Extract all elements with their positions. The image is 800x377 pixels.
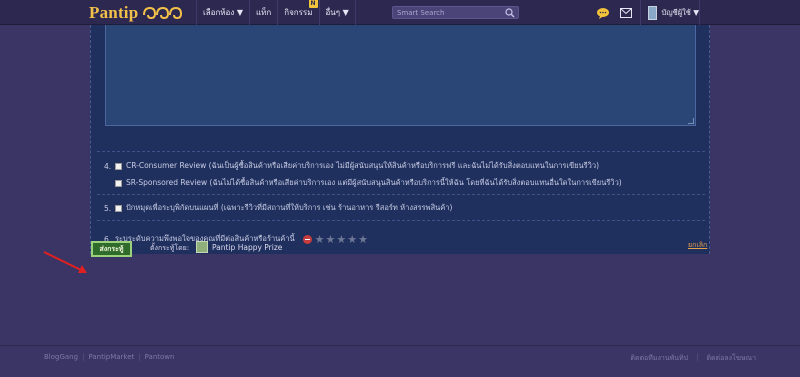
option-map-pin: 5. ปักหมุดเพื่อระบุพิกัดบนแผนที่ (เฉพาะร… — [104, 202, 452, 214]
footer-link-advertise[interactable]: ติดต่อลงโฆษณา — [706, 353, 756, 364]
nav-tags[interactable]: แท็ก — [248, 0, 277, 25]
sender-name[interactable]: Pantip Happy Prize — [212, 243, 282, 252]
star-icon[interactable]: ★ — [336, 234, 346, 245]
star-icon[interactable]: ★ — [358, 234, 368, 245]
posted-by-label: ตั้งกระทู้โดย: — [150, 244, 190, 252]
map-pin-label: ปักหมุดเพื่อระบุพิกัดบนแผนที่ (เฉพาะรีวิ… — [126, 203, 453, 212]
resize-handle-icon[interactable] — [688, 118, 694, 124]
pantip-logo[interactable]: Pantip — [89, 2, 183, 22]
search-input[interactable] — [393, 7, 505, 18]
footer-link-contact-team[interactable]: ติดต่อทีมงานพันทิป — [630, 353, 688, 364]
sender-avatar — [196, 241, 208, 253]
mail-icon[interactable] — [620, 7, 632, 18]
nav-activities[interactable]: กิจกรรม N — [277, 0, 318, 25]
search-icon[interactable] — [505, 7, 515, 18]
annotation-arrow-icon — [43, 251, 87, 273]
main-nav: เลือกห้อง ▼ แท็ก กิจกรรม N อื่นๆ ▼ — [196, 0, 356, 25]
footer-separator: | — [138, 353, 141, 361]
content-textarea[interactable] — [105, 25, 696, 126]
review-form-panel: 4. CR-Consumer Review (ฉันเป็นผู้ซื้อสิน… — [90, 25, 710, 254]
divider — [97, 194, 705, 195]
top-navigation-bar: Pantip เลือกห้อง ▼ แท็ก กิจกรรม N อื่นๆ … — [0, 0, 800, 25]
footer-link-bloggang[interactable]: BlogGang — [44, 353, 78, 361]
star-icon[interactable]: ★ — [347, 234, 357, 245]
cr-review-checkbox[interactable] — [115, 162, 122, 170]
option-number: 4. — [104, 161, 112, 171]
map-pin-checkbox[interactable] — [115, 204, 122, 212]
clear-rating-icon[interactable] — [302, 234, 312, 244]
logo-text: Pantip — [89, 2, 139, 22]
footer-links-left: BlogGang | PantipMarket | Pantown — [44, 353, 174, 361]
new-badge: N — [308, 0, 318, 8]
option-number: 5. — [104, 203, 112, 213]
avatar — [648, 5, 658, 20]
footer: BlogGang | PantipMarket | Pantown ติดต่อ… — [0, 345, 800, 362]
nav-select-room[interactable]: เลือกห้อง ▼ — [196, 0, 249, 25]
star-icon[interactable]: ★ — [326, 234, 336, 245]
footer-link-pantipmarket[interactable]: PantipMarket — [88, 353, 134, 361]
account-menu[interactable]: บัญชีผู้ใช้ ▼ — [640, 0, 700, 25]
logo-mark-icon — [143, 6, 183, 19]
footer-link-pantown[interactable]: Pantown — [145, 353, 175, 361]
option-sr-review: SR-Sponsored Review (ฉันไม่ได้ซื้อสินค้า… — [104, 177, 622, 189]
star-icon[interactable]: ★ — [315, 234, 325, 245]
chat-bubble-icon[interactable] — [596, 7, 610, 19]
submit-topic-button[interactable]: ส่งกระทู้ — [91, 241, 132, 257]
footer-separator: | — [82, 353, 85, 361]
nav-more[interactable]: อื่นๆ ▼ — [318, 0, 356, 25]
divider — [97, 220, 705, 221]
sr-review-label: SR-Sponsored Review (ฉันไม่ได้ซื้อสินค้า… — [126, 178, 622, 187]
cr-review-label: CR-Consumer Review (ฉันเป็นผู้ซื้อสินค้า… — [126, 161, 600, 170]
nav-activities-label: กิจกรรม — [284, 8, 313, 17]
notification-icons — [596, 0, 640, 25]
sr-review-checkbox[interactable] — [115, 179, 122, 187]
option-cr-review: 4. CR-Consumer Review (ฉันเป็นผู้ซื้อสิน… — [104, 160, 599, 172]
cancel-link[interactable]: ยกเลิก — [688, 240, 707, 251]
account-label: บัญชีผู้ใช้ ▼ — [661, 7, 699, 17]
footer-separator: | — [696, 353, 699, 361]
divider — [97, 151, 705, 152]
smart-search — [392, 6, 519, 19]
footer-links-right: ติดต่อทีมงานพันทิป | ติดต่อลงโฆษณา — [630, 353, 756, 364]
